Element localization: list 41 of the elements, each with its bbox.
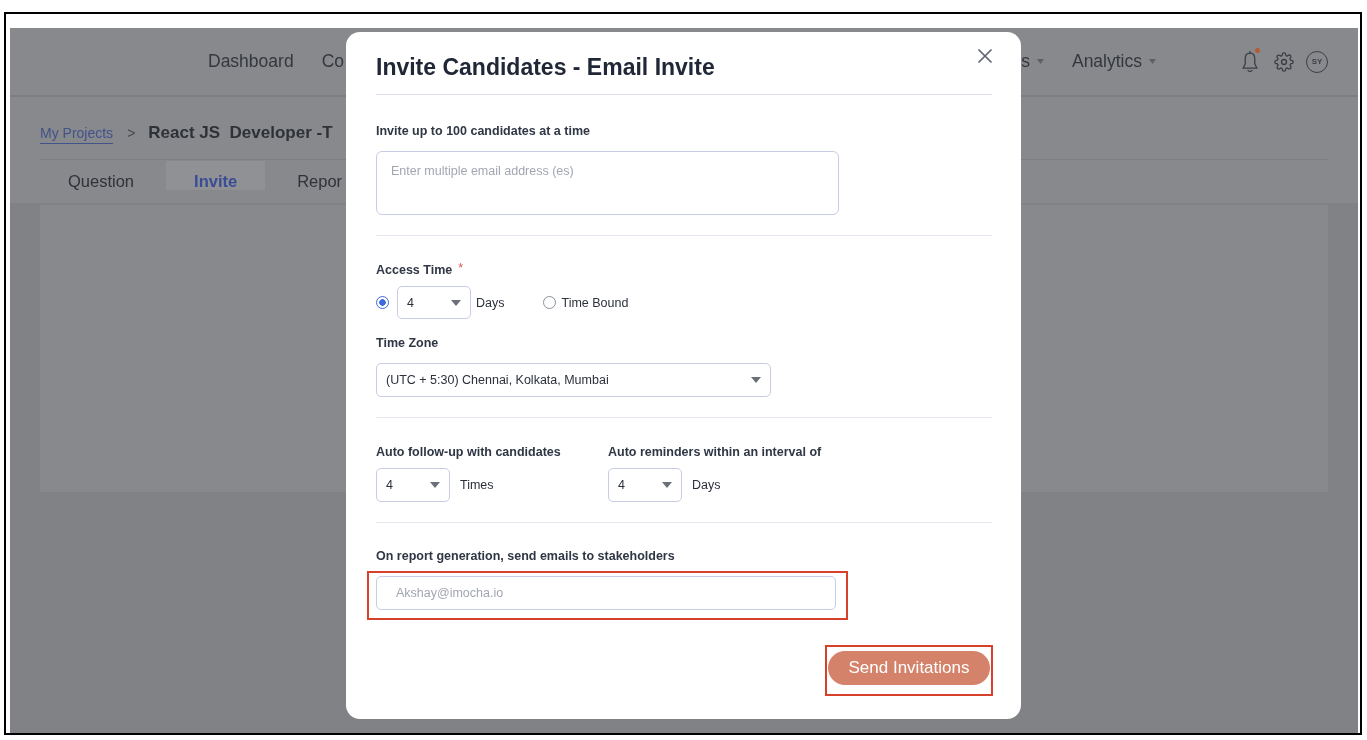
required-mark: * (458, 262, 464, 274)
nav-link[interactable]: Dashboard (208, 51, 294, 72)
field-label: On report generation, send emails to stakeholders (376, 548, 675, 564)
unit-label: Days (476, 295, 505, 310)
send-button[interactable]: Send Invitations (828, 651, 990, 685)
project-title: React JS Developer -T (148, 122, 333, 143)
stakeholder-email-input[interactable]: Akshay@imocha.io (376, 576, 836, 610)
settings-icon[interactable] (1274, 51, 1294, 72)
days-dropdown[interactable]: 4 (397, 286, 471, 319)
count-dropdown[interactable]: 4 (376, 468, 450, 502)
breadcrumb-link[interactable]: My Projects (40, 124, 114, 141)
caret-icon (430, 482, 440, 488)
count-dropdown[interactable]: 4 (608, 468, 682, 502)
close-button[interactable] (978, 49, 992, 63)
nav-link[interactable]: Analytics (1071, 51, 1156, 72)
tab[interactable]: Invite (166, 161, 266, 190)
bell-icon[interactable] (1242, 50, 1258, 73)
field-label: Time Zone (376, 335, 439, 351)
email-input[interactable]: Enter multiple email address (es) (376, 151, 839, 215)
field-label: Auto reminders within an interval of (608, 444, 822, 460)
field-label: Access Time (376, 262, 453, 278)
tab[interactable]: Question (40, 161, 163, 190)
tab[interactable]: Repor (269, 161, 343, 190)
nav-link[interactable]: s (1021, 51, 1044, 72)
caret-icon (751, 377, 761, 383)
nav-link[interactable]: Co (321, 51, 344, 72)
unit-label: Times (460, 478, 494, 492)
caret-icon (1036, 59, 1044, 64)
dialog-title: Invite Candidates - Email Invite (376, 54, 715, 80)
unit-label: Days (692, 478, 721, 492)
close-icon (978, 49, 992, 63)
radio-button[interactable] (376, 296, 389, 309)
caret-icon (662, 482, 672, 488)
radio-button[interactable] (543, 296, 557, 309)
field-label: Auto follow-up with candidates (376, 444, 561, 460)
time-zone-dropdown[interactable]: (UTC + 5:30) Chennai, Kolkata, Mumbai (376, 363, 771, 397)
breadcrumb-separator: > (127, 124, 136, 141)
field-label: Invite up to 100 candidates at a time (376, 123, 590, 139)
radio-label[interactable]: Time Bound (561, 295, 629, 310)
caret-icon (1149, 59, 1156, 64)
caret-icon (451, 299, 461, 306)
